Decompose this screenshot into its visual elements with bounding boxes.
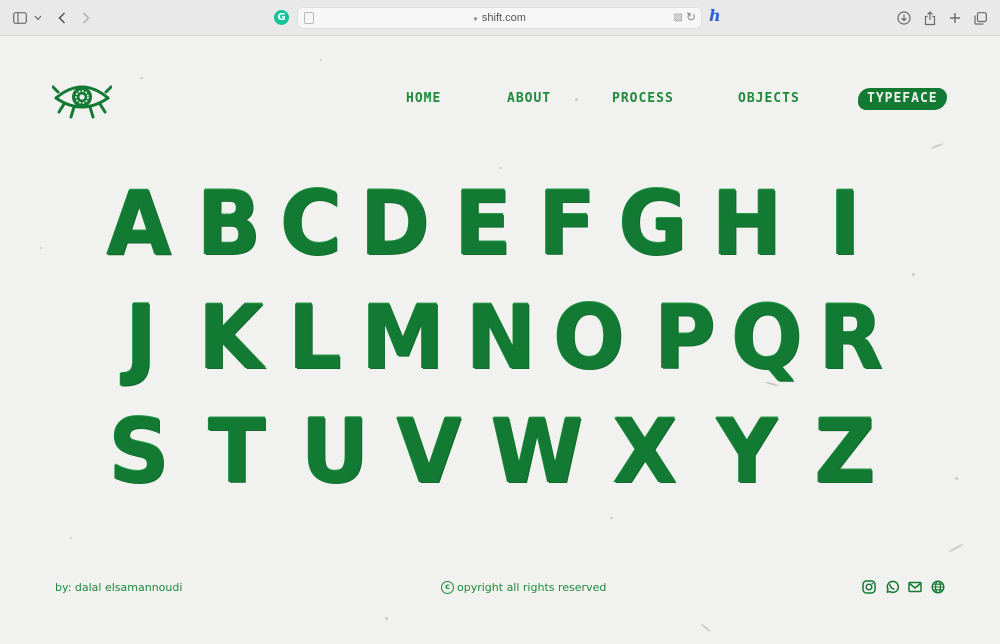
download-icon[interactable]	[897, 8, 911, 28]
glyph-w: W	[490, 400, 584, 503]
glyph-j: J	[125, 286, 157, 389]
new-tab-icon[interactable]	[948, 8, 962, 28]
glyph-c: C	[280, 172, 342, 275]
author-credit: by: dalal elsamannoudi	[55, 581, 183, 594]
glyph-d: D	[360, 172, 430, 275]
page-icon	[304, 12, 314, 24]
glyph-r: R	[818, 286, 884, 389]
glyph-g: G	[618, 172, 688, 275]
alphabet-row: A B C D E F G H I	[98, 176, 898, 272]
forward-icon[interactable]	[80, 8, 92, 28]
reload-icon[interactable]: ↻	[686, 10, 696, 24]
social-links	[862, 580, 945, 594]
glyph-h: H	[712, 172, 782, 275]
chevron-down-icon[interactable]	[33, 8, 43, 28]
glyph-y: Y	[716, 400, 778, 503]
nav-process[interactable]: PROCESS	[612, 91, 674, 106]
browser-toolbar: G ● shift.com ▧ ↻ h	[0, 0, 1000, 36]
tabs-overview-icon[interactable]	[973, 8, 987, 28]
sidebar-icon[interactable]	[12, 8, 28, 28]
copyright-icon: c	[441, 581, 454, 594]
copyright-text: opyright all rights reserved	[457, 581, 607, 594]
glyph-z: Z	[814, 400, 876, 503]
translate-icon[interactable]: ▧	[674, 12, 683, 23]
glyph-v: V	[396, 400, 462, 503]
whatsapp-icon[interactable]	[885, 580, 899, 594]
nav-about[interactable]: ABOUT	[507, 91, 551, 106]
nav-typeface[interactable]: TYPEFACE	[858, 88, 947, 110]
alphabet-row: J K L M N O P Q R	[98, 290, 898, 386]
glyph-x: X	[612, 400, 678, 503]
glyph-b: B	[197, 172, 261, 275]
globe-icon[interactable]	[931, 580, 945, 594]
glyph-a: A	[106, 172, 172, 275]
glyph-i: I	[829, 172, 861, 275]
back-icon[interactable]	[56, 8, 68, 28]
lock-icon: ●	[473, 13, 478, 23]
grammarly-icon[interactable]: G	[274, 10, 289, 25]
page-canvas: HOME ABOUT PROCESS OBJECTS TYPEFACE A B …	[0, 37, 1000, 644]
glyph-n: N	[466, 286, 536, 389]
glyph-f: F	[538, 172, 596, 275]
main-nav: HOME ABOUT PROCESS OBJECTS TYPEFACE	[0, 88, 1000, 113]
glyph-q: Q	[731, 286, 803, 389]
nav-objects[interactable]: OBJECTS	[738, 91, 800, 106]
glyph-k: K	[198, 286, 264, 389]
honey-extension-icon[interactable]: h	[709, 6, 721, 25]
share-icon[interactable]	[923, 8, 937, 28]
glyph-l: L	[288, 286, 342, 389]
glyph-s: S	[108, 400, 170, 503]
mail-icon[interactable]	[908, 580, 922, 594]
instagram-icon[interactable]	[862, 580, 876, 594]
glyph-t: T	[208, 400, 266, 503]
copyright-notice: c opyright all rights reserved	[441, 581, 606, 594]
glyph-u: U	[301, 400, 369, 503]
glyph-o: O	[553, 286, 625, 389]
url-text: shift.com	[481, 12, 526, 24]
address-bar[interactable]: ● shift.com ▧ ↻	[297, 7, 702, 29]
glyph-e: E	[454, 172, 512, 275]
alphabet-row: S T U V W X Y Z	[98, 404, 898, 500]
glyph-p: P	[654, 286, 716, 389]
typeface-specimen: A B C D E F G H I J K L M N O P Q R S T …	[98, 176, 898, 506]
glyph-m: M	[361, 286, 445, 389]
nav-home[interactable]: HOME	[406, 91, 441, 106]
